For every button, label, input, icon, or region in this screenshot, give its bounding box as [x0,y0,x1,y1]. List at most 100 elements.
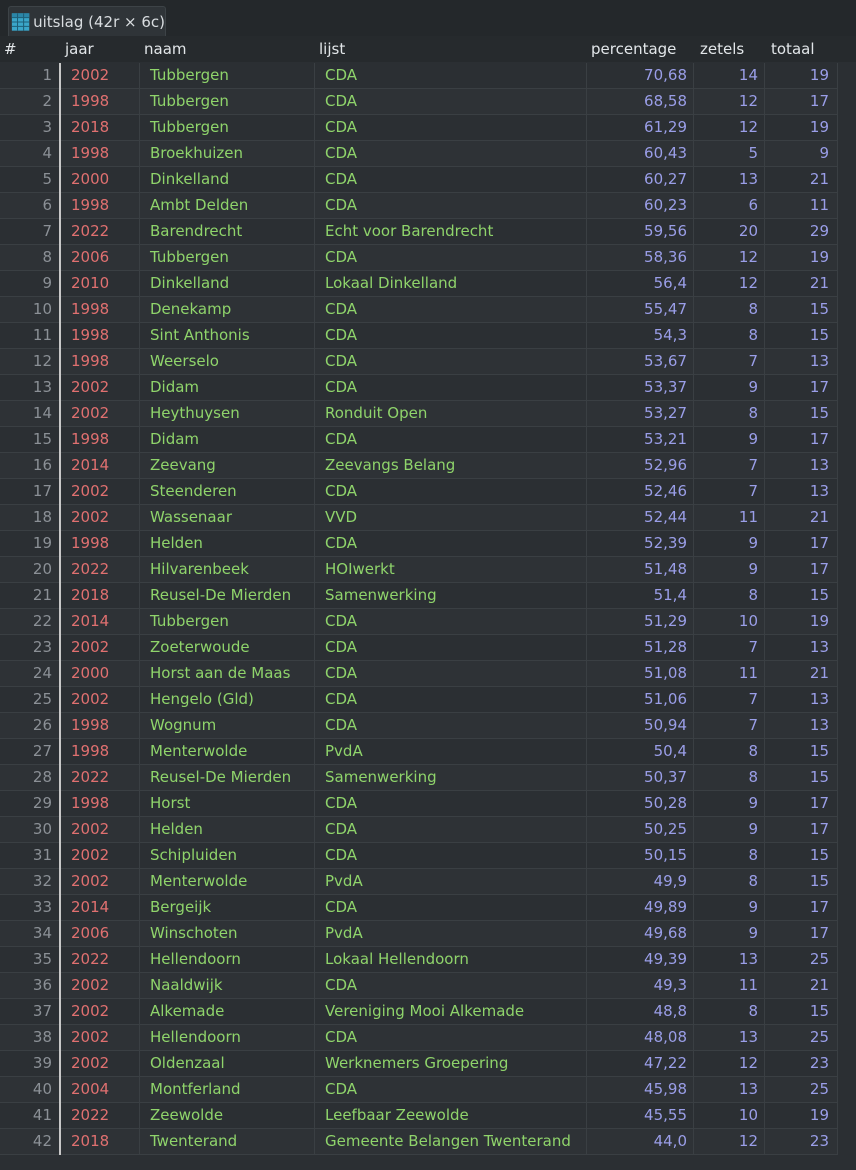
cell-lijst[interactable]: CDA [325,326,357,344]
cell-zetels[interactable]: 10 [739,612,758,630]
cell-totaal[interactable]: 17 [810,898,829,916]
row-index[interactable]: 15 [0,430,52,448]
cell-percentage[interactable]: 50,4 [654,742,687,760]
cell-naam[interactable]: Naaldwijk [150,976,223,994]
table-row[interactable]: 36 2002 Naaldwijk CDA 49,3 11 21 [0,973,838,999]
cell-totaal[interactable]: 13 [810,352,829,370]
cell-percentage[interactable]: 48,08 [644,1028,687,1046]
cell-zetels[interactable]: 8 [748,742,758,760]
cell-totaal[interactable]: 25 [810,1028,829,1046]
cell-naam[interactable]: Didam [150,430,199,448]
row-index[interactable]: 35 [0,950,52,968]
cell-jaar[interactable]: 2002 [71,378,109,396]
cell-percentage[interactable]: 50,28 [644,794,687,812]
table-row[interactable]: 41 2022 Zeewolde Leefbaar Zeewolde 45,55 10 19 [0,1103,838,1129]
cell-totaal[interactable]: 21 [810,274,829,292]
cell-naam[interactable]: Hengelo (Gld) [150,690,254,708]
cell-naam[interactable]: Weerselo [150,352,219,370]
cell-totaal[interactable]: 11 [810,196,829,214]
cell-naam[interactable]: Menterwolde [150,742,247,760]
table-row[interactable]: 28 2022 Reusel-De Mierden Samenwerking 50,37… [0,765,838,791]
cell-totaal[interactable]: 19 [810,118,829,136]
row-index[interactable]: 10 [0,300,52,318]
cell-naam[interactable]: Ambt Delden [150,196,248,214]
row-index[interactable]: 6 [0,196,52,214]
cell-lijst[interactable]: CDA [325,352,357,370]
cell-lijst[interactable]: CDA [325,820,357,838]
cell-totaal[interactable]: 15 [810,1002,829,1020]
cell-lijst[interactable]: CDA [325,378,357,396]
cell-lijst[interactable]: CDA [325,430,357,448]
cell-percentage[interactable]: 51,48 [644,560,687,578]
cell-percentage[interactable]: 49,89 [644,898,687,916]
cell-zetels[interactable]: 12 [739,1054,758,1072]
cell-jaar[interactable]: 2022 [71,768,109,786]
cell-zetels[interactable]: 12 [739,274,758,292]
cell-zetels[interactable]: 11 [739,664,758,682]
cell-totaal[interactable]: 17 [810,820,829,838]
header-jaar[interactable]: jaar [65,40,94,58]
cell-lijst[interactable]: CDA [325,794,357,812]
cell-percentage[interactable]: 48,8 [654,1002,687,1020]
cell-lijst[interactable]: PvdA [325,924,363,942]
cell-lijst[interactable]: Lokaal Hellendoorn [325,950,469,968]
cell-zetels[interactable]: 9 [748,794,758,812]
table-row[interactable]: 38 2002 Hellendoorn CDA 48,08 13 25 [0,1025,838,1051]
row-index[interactable]: 4 [0,144,52,162]
cell-jaar[interactable]: 2014 [71,456,109,474]
cell-percentage[interactable]: 51,29 [644,612,687,630]
cell-percentage[interactable]: 52,44 [644,508,687,526]
cell-lijst[interactable]: CDA [325,118,357,136]
table-row[interactable]: 40 2004 Montferland CDA 45,98 13 25 [0,1077,838,1103]
cell-jaar[interactable]: 2002 [71,638,109,656]
cell-naam[interactable]: Dinkelland [150,170,229,188]
cell-jaar[interactable]: 1998 [71,92,109,110]
cell-totaal[interactable]: 21 [810,508,829,526]
table-row[interactable]: 35 2022 Hellendoorn Lokaal Hellendoorn 49,39… [0,947,838,973]
cell-totaal[interactable]: 13 [810,456,829,474]
cell-naam[interactable]: Horst aan de Maas [150,664,290,682]
cell-jaar[interactable]: 1998 [71,300,109,318]
cell-zetels[interactable]: 7 [748,352,758,370]
cell-zetels[interactable]: 13 [739,1080,758,1098]
cell-lijst[interactable]: CDA [325,1028,357,1046]
cell-percentage[interactable]: 53,21 [644,430,687,448]
cell-zetels[interactable]: 8 [748,872,758,890]
cell-percentage[interactable]: 52,46 [644,482,687,500]
cell-jaar[interactable]: 2014 [71,612,109,630]
cell-totaal[interactable]: 17 [810,794,829,812]
row-index[interactable]: 22 [0,612,52,630]
table-row[interactable]: 30 2002 Helden CDA 50,25 9 17 [0,817,838,843]
cell-jaar[interactable]: 2002 [71,66,109,84]
table-row[interactable]: 14 2002 Heythuysen Ronduit Open 53,27 8 15 [0,401,838,427]
cell-lijst[interactable]: VVD [325,508,357,526]
cell-naam[interactable]: Tubbergen [150,66,229,84]
cell-jaar[interactable]: 2002 [71,872,109,890]
table-row[interactable]: 12 1998 Weerselo CDA 53,67 7 13 [0,349,838,375]
cell-naam[interactable]: Alkemade [150,1002,224,1020]
cell-naam[interactable]: Denekamp [150,300,231,318]
cell-zetels[interactable]: 11 [739,508,758,526]
cell-percentage[interactable]: 49,9 [654,872,687,890]
table-row[interactable]: 21 2018 Reusel-De Mierden Samenwerking 51,4 8… [0,583,838,609]
table-row[interactable]: 27 1998 Menterwolde PvdA 50,4 8 15 [0,739,838,765]
cell-jaar[interactable]: 2002 [71,1028,109,1046]
row-index[interactable]: 27 [0,742,52,760]
cell-lijst[interactable]: PvdA [325,872,363,890]
cell-totaal[interactable]: 19 [810,1106,829,1124]
row-index[interactable]: 2 [0,92,52,110]
row-index[interactable]: 7 [0,222,52,240]
row-index[interactable]: 30 [0,820,52,838]
cell-naam[interactable]: Horst [150,794,190,812]
cell-jaar[interactable]: 2002 [71,404,109,422]
cell-naam[interactable]: Tubbergen [150,92,229,110]
cell-naam[interactable]: Winschoten [150,924,238,942]
cell-naam[interactable]: Broekhuizen [150,144,243,162]
cell-percentage[interactable]: 49,68 [644,924,687,942]
cell-lijst[interactable]: CDA [325,248,357,266]
table-row[interactable]: 8 2006 Tubbergen CDA 58,36 12 19 [0,245,838,271]
cell-percentage[interactable]: 56,4 [654,274,687,292]
cell-lijst[interactable]: Ronduit Open [325,404,427,422]
cell-lijst[interactable]: Vereniging Mooi Alkemade [325,1002,524,1020]
cell-jaar[interactable]: 2000 [71,664,109,682]
